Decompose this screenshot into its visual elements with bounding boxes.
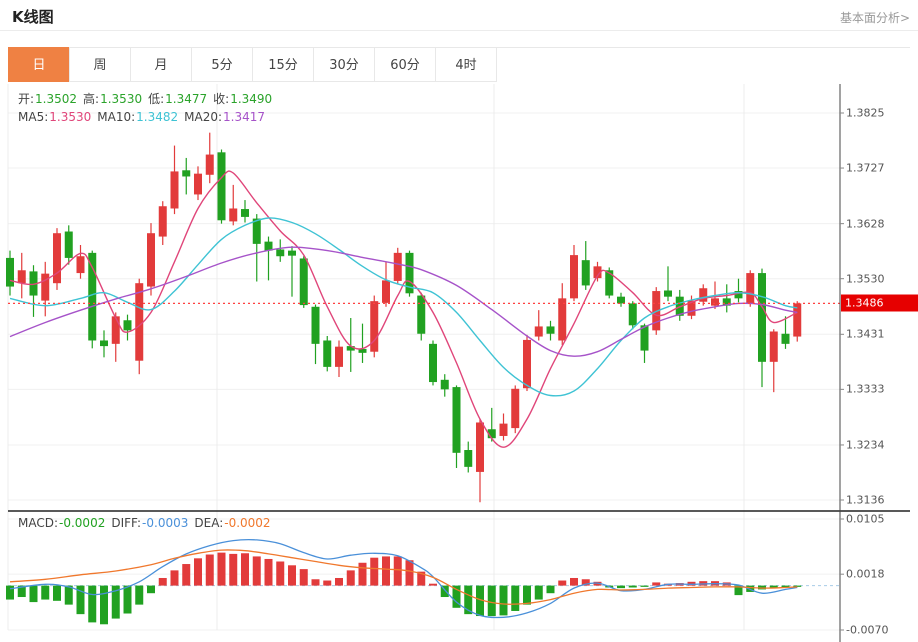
tab-period-5[interactable]: 30分 [313,47,375,82]
legend-label: DIFF: [111,516,141,530]
axis-tick-label: 0.0105 [846,513,885,526]
axis-tick-label: 1.3431 [846,328,885,341]
axis-tick-label: -0.0070 [846,624,888,637]
legend-value: 1.3502 [35,92,77,106]
page-title: K线图 [12,6,54,27]
axis-tick-label: 1.3234 [846,438,885,451]
ma-legend: MA5:1.3530 MA10:1.3482 MA20:1.3417 [18,110,271,124]
axis-tick-label: 1.3530 [846,272,885,285]
legend-label: MA20: [184,110,222,124]
axis-tick-label: 1.3825 [846,107,885,120]
legend-value: -0.0003 [142,516,188,530]
legend-label: 低: [148,92,164,106]
axis-tick-label: 0.0018 [846,568,885,581]
kline-page: K线图 基本面分析> 日周月5分15分30分60分4时 开:1.3502高:1.… [0,0,918,642]
macd-legend: MACD:-0.0002DIFF:-0.0003DEA:-0.0002 [18,516,277,530]
legend-label: DEA: [194,516,223,530]
tab-period-1[interactable]: 周 [69,47,131,82]
axis-tick-label: 1.3727 [846,162,885,175]
tab-period-2[interactable]: 月 [130,47,192,82]
axis-tick-label: 1.3628 [846,217,885,230]
legend-value: 1.3490 [230,92,272,106]
ohlc-legend: 开:1.3502 高:1.3530 低:1.3477 收:1.3490 [18,90,278,107]
legend-value: 1.3530 [49,110,91,124]
legend-value: 1.3482 [136,110,178,124]
tab-period-0[interactable]: 日 [8,47,70,82]
legend-value: 1.3477 [165,92,207,106]
tab-period-4[interactable]: 15分 [252,47,314,82]
axis-tick-label: 1.3333 [846,383,885,396]
legend-value: -0.0002 [224,516,270,530]
legend-label: 收: [213,92,229,106]
legend-label: 开: [18,92,34,106]
tab-period-3[interactable]: 5分 [191,47,253,82]
tab-period-7[interactable]: 4时 [435,47,497,82]
axis-tick-label: 1.3136 [846,494,885,507]
legend-value: -0.0002 [59,516,105,530]
tab-period-6[interactable]: 60分 [374,47,436,82]
legend-label: MA10: [97,110,135,124]
fundamental-analysis-link[interactable]: 基本面分析> [840,9,910,26]
legend-label: MACD: [18,516,58,530]
last-price-tag: 1.3486 [841,295,918,312]
header-divider [0,30,918,31]
period-tabbar: 日周月5分15分30分60分4时 [8,47,497,82]
legend-value: 1.3417 [223,110,265,124]
legend-value: 1.3530 [100,92,142,106]
legend-label: MA5: [18,110,48,124]
legend-label: 高: [83,92,99,106]
